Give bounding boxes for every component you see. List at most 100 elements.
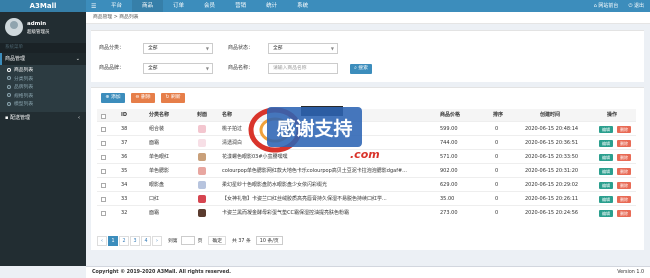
top-nav-item[interactable]: 系统 [287,0,318,12]
product-thumbnail [198,209,206,217]
brand-logo[interactable]: A3Mall [0,0,86,12]
sidebar-section-label: 系统菜单 [0,43,86,53]
row-checkbox[interactable] [101,126,106,132]
frontend-link[interactable]: ⌂ 网站前台 [594,0,619,12]
cell-sort: 0 [495,154,499,160]
cell-category: 单色眼红 [149,154,170,160]
row-checkbox[interactable] [101,182,106,188]
table-row[interactable]: 34 眼影盘 柔幻星紗十色眼影盘防水眼影盘少女依闪彩缀光 629.00 0 2020-06… [97,177,636,191]
header-category: 分类名称 [149,112,170,118]
top-nav-item[interactable]: 统计 [256,0,287,12]
total-count: 共 37 条 [232,239,251,244]
copyright-text: Copyright © 2019-2020 A3Mall. All rights… [92,270,231,275]
add-button[interactable]: ⊕ 添加 [101,93,125,103]
edit-button[interactable]: 编辑 [599,195,613,203]
logout-link[interactable]: ⏻ 退出 [628,0,644,12]
refresh-button[interactable]: ↻ 刷新 [161,93,185,103]
next-page-button[interactable]: › [152,235,162,246]
table-row[interactable]: 32 面霜 卡姿兰黑而凝金酵母彩蛋气垫CC霜保湿控油提亮肤色粉霜 273.00 0 202… [97,205,636,219]
menu-toggle-icon[interactable]: ☰ [91,3,96,10]
row-checkbox[interactable] [101,168,106,174]
cell-category: 单色腮影 [149,168,170,174]
sidebar-subitem[interactable]: 品牌列表 [0,84,86,93]
product-thumbnail [198,181,206,189]
product-thumbnail [198,195,206,203]
top-nav: 平台 商品 订单 会员 营销 统计 系统 [101,0,318,12]
row-delete-button[interactable]: 删除 [617,139,631,147]
goto-confirm-button[interactable]: 确定 [208,236,227,245]
edit-button[interactable]: 编辑 [599,139,613,147]
cell-price: 35.00 [440,196,455,202]
row-delete-button[interactable]: 删除 [617,153,631,161]
delete-button[interactable]: ⊖ 删除 [131,93,155,103]
cell-sort: 0 [495,126,499,132]
cell-created: 2020-06-15 20:48:14 [525,126,579,132]
row-checkbox[interactable] [101,140,106,146]
cell-name: 柔幻星紗十色眼影盘防水眼影盘少女依闪彩缀光 [222,182,328,188]
row-delete-button[interactable]: 删除 [617,125,631,133]
brand-select[interactable]: 全部 ▼ [143,63,213,74]
prev-page-button[interactable]: ‹ [97,235,107,246]
edit-button[interactable]: 编辑 [599,167,613,175]
cell-category: 口红 [149,196,160,202]
header-id[interactable]: ID [121,109,127,121]
chevron-down-icon: ▼ [205,66,209,71]
row-checkbox[interactable] [101,210,106,216]
category-select[interactable]: 全部 ▼ [143,43,213,54]
cell-category: 面霜 [149,140,160,146]
cell-sort: 0 [495,140,499,146]
page-button[interactable]: 1 [108,235,118,246]
search-button[interactable]: ⌕ 搜索 [350,64,372,74]
row-delete-button[interactable]: 删除 [617,195,631,203]
product-thumbnail [198,125,206,133]
header-price: 商品价格 [440,112,461,118]
sidebar-subitem[interactable]: 商品列表 [0,67,86,76]
watermark-logo: 感谢支持 .com [248,106,380,160]
cell-created: 2020-06-15 20:31:20 [525,168,579,174]
top-nav-item[interactable]: 商品 [132,0,164,12]
category-label: 商品分类： [99,45,125,51]
cell-id: 32 [121,210,128,216]
per-page-select[interactable]: 10 条/页 [255,236,283,245]
sidebar-subitem[interactable]: 模型列表 [0,101,86,110]
top-nav-item[interactable]: 会员 [194,0,225,12]
row-checkbox[interactable] [101,154,106,160]
avatar [5,18,23,36]
edit-button[interactable]: 编辑 [599,209,613,217]
sidebar-item-delivery[interactable]: ▪ 配送管理 ‹ [0,112,86,124]
page-number-input[interactable] [180,236,195,245]
sidebar-subitem[interactable]: 分类列表 [0,76,86,85]
page-button[interactable]: 4 [141,235,151,246]
truck-icon: ▪ [5,114,9,121]
row-delete-button[interactable]: 删除 [617,167,631,175]
top-nav-item[interactable]: 营销 [225,0,256,12]
name-input[interactable]: 请输入商品名称 [268,63,338,74]
edit-button[interactable]: 编辑 [599,125,613,133]
cell-category: 面霜 [149,210,160,216]
cell-sort: 0 [495,210,499,216]
row-checkbox[interactable] [101,196,106,202]
brand-label: 商品品牌： [99,65,125,71]
row-delete-button[interactable]: 删除 [617,181,631,189]
edit-button[interactable]: 编辑 [599,153,613,161]
sidebar-item-goods[interactable]: 商品管理 ⌄ [0,53,86,65]
version-text: Version 1.0 [617,270,644,275]
cell-created: 2020-06-15 20:24:56 [525,210,579,216]
cell-created: 2020-06-15 20:36:51 [525,140,579,146]
row-delete-button[interactable]: 删除 [617,209,631,217]
page-button[interactable]: 2 [119,235,129,246]
status-select[interactable]: 全部 ▼ [268,43,338,54]
page-button[interactable]: 3 [130,235,140,246]
select-all-checkbox[interactable] [101,113,106,119]
table-row[interactable]: 35 单色腮影 colourpop单色腮影网红款大地色卡乐colourpop高贝土豆… [97,163,636,177]
product-thumbnail [198,167,206,175]
edit-button[interactable]: 编辑 [599,181,613,189]
sidebar-subitem[interactable]: 规格列表 [0,93,86,102]
filter-panel: 商品分类： 全部 ▼ 商品状态： 全部 ▼ 商品品牌： 全部 ▼ 商品名称： 请输入商… [91,30,644,82]
cell-id: 37 [121,140,128,146]
chevron-down-icon: ⌄ [75,56,80,62]
sidebar: admin 超级管理员 系统菜单 商品管理 ⌄ 商品列表 分类列表 品牌列表 规格列表… [0,12,86,266]
table-row[interactable]: 33 口红 【女神礼物】卡姿兰口红丝绒胶质高亮唇膏持久保湿不易脱色持续口红学... 3… [97,191,636,205]
top-nav-item[interactable]: 平台 [101,0,132,12]
top-nav-item[interactable]: 订单 [163,0,194,12]
